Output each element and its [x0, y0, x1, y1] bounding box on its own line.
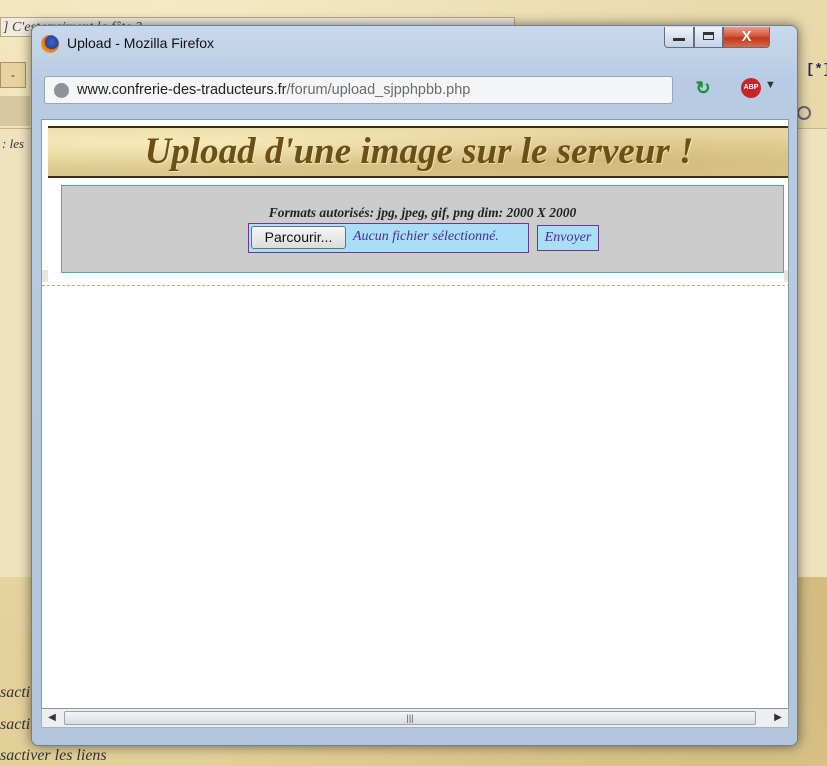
upload-popup-window: Upload - Mozilla Firefox X www.confrerie…	[31, 25, 798, 746]
maximize-icon	[703, 32, 714, 40]
file-input[interactable]: Parcourir... Aucun fichier sélectionné.	[248, 223, 529, 253]
url-text[interactable]: www.confrerie-des-traducteurs.fr/forum/u…	[77, 82, 470, 98]
window-title: Upload - Mozilla Firefox	[67, 35, 215, 51]
content-shadow-right	[784, 270, 788, 282]
upload-form: Formats autorisés: jpg, jpeg, gif, png d…	[61, 185, 784, 273]
background-collapse-button[interactable]: -	[0, 62, 26, 88]
browse-button[interactable]: Parcourir...	[251, 226, 346, 249]
background-left-text: : les	[2, 136, 25, 151]
horizontal-scrollbar[interactable]: ◀ ||| ▶	[41, 709, 789, 728]
background-link-3[interactable]: sactiver les liens	[0, 747, 107, 765]
navigation-toolbar: www.confrerie-des-traducteurs.fr/forum/u…	[38, 66, 790, 110]
background-right-tag[interactable]: [*]	[806, 62, 827, 78]
content-shadow-left	[42, 270, 48, 282]
scroll-thumb[interactable]: |||	[64, 711, 756, 725]
window-titlebar[interactable]: Upload - Mozilla Firefox X	[32, 26, 797, 60]
maximize-button[interactable]	[694, 27, 723, 48]
scroll-right-icon[interactable]: ▶	[771, 711, 785, 725]
close-button[interactable]: X	[723, 27, 770, 48]
formats-info: Formats autorisés: jpg, jpeg, gif, png d…	[268, 205, 577, 220]
adblock-dropdown-icon[interactable]: ▼	[765, 79, 776, 91]
send-button[interactable]: Envoyer	[537, 225, 599, 251]
url-domain: www.confrerie-des-traducteurs.fr	[77, 82, 287, 98]
minimize-icon	[673, 38, 685, 41]
dashed-separator	[42, 285, 788, 286]
firefox-logo-icon	[41, 35, 59, 53]
header-banner: Upload d'une image sur le serveur !	[48, 126, 788, 178]
page-title: Upload d'une image sur le serveur !	[144, 131, 694, 172]
addon-refresh-icon[interactable]: ↻	[692, 77, 714, 99]
background-toolbar-icon	[0, 96, 30, 126]
scroll-left-icon[interactable]: ◀	[45, 711, 59, 725]
file-status-text: Aucun fichier sélectionné.	[353, 229, 499, 244]
page-content: Upload d'une image sur le serveur ! Form…	[41, 119, 789, 709]
address-bar[interactable]: www.confrerie-des-traducteurs.fr/forum/u…	[44, 76, 673, 104]
globe-icon	[54, 83, 69, 98]
background-search-icon	[797, 106, 811, 120]
url-path: /forum/upload_sjpphpbb.php	[286, 82, 471, 98]
minimize-button[interactable]	[664, 27, 694, 48]
adblock-plus-icon[interactable]: ABP	[741, 78, 761, 98]
